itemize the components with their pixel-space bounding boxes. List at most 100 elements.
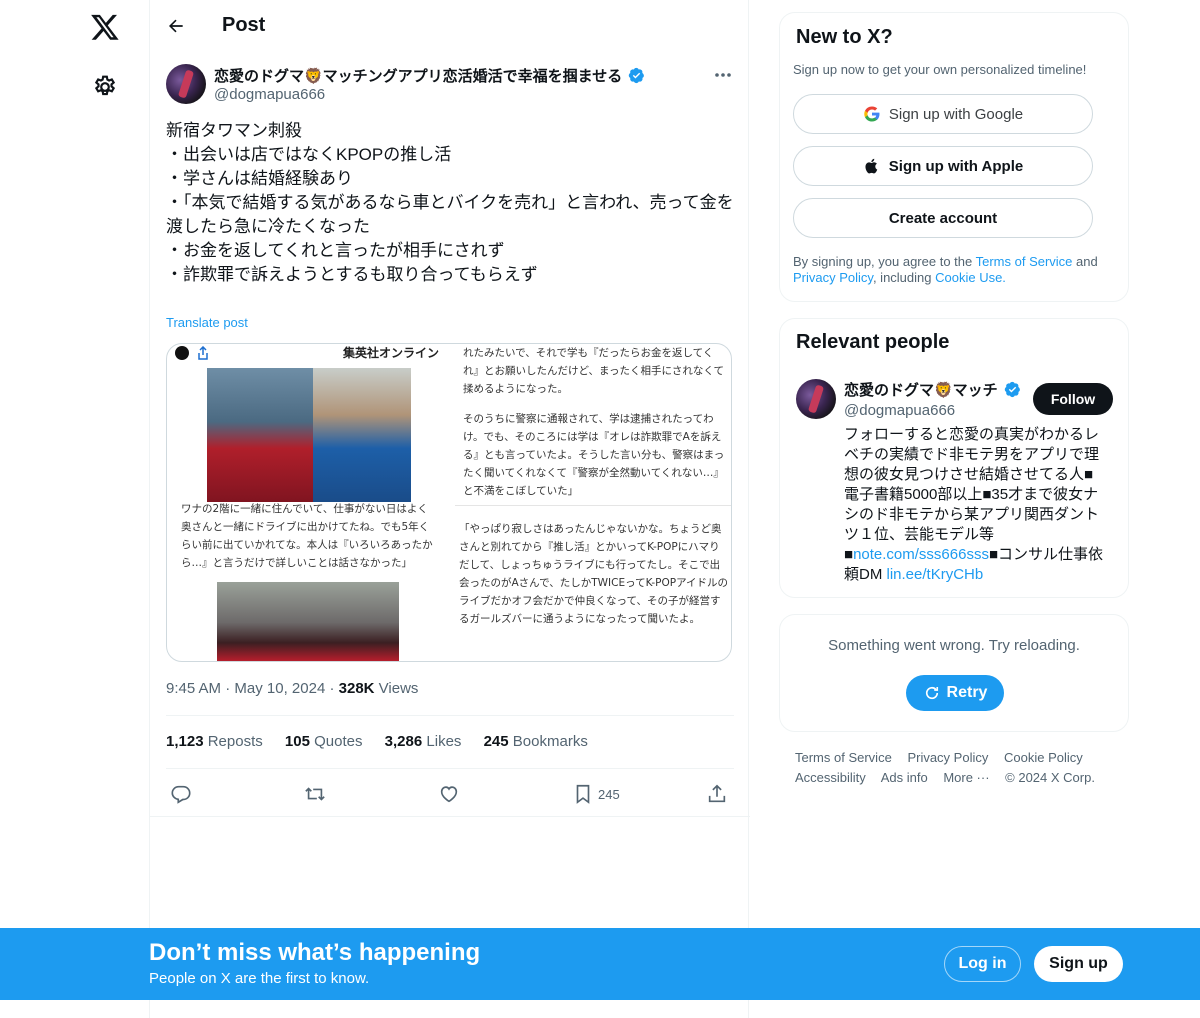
verified-badge-icon	[629, 67, 645, 84]
x-logo-icon[interactable]	[90, 12, 120, 42]
likes-label: Likes	[426, 733, 462, 750]
repost-icon	[305, 787, 325, 801]
signup-google-button[interactable]: Sign up with Google	[793, 94, 1093, 134]
footer-links: Terms of Service Privacy Policy Cookie P…	[795, 748, 1125, 788]
bookmarks-stat[interactable]: 245 Bookmarks	[484, 733, 588, 750]
tweet-line: ・詐欺罪で訴えようとするも取り合ってもらえず	[166, 265, 538, 284]
divider	[166, 768, 734, 769]
footer-privacy-link[interactable]: Privacy Policy	[907, 750, 988, 765]
author-name-text[interactable]: 恋愛のドグマ🦁マッチングアプリ恋活婚活で幸福を掴ませる	[214, 68, 622, 85]
reposts-stat[interactable]: 1,123 Reposts	[166, 733, 263, 750]
meta-dot: ·	[225, 680, 235, 697]
page-title: Post	[222, 14, 266, 36]
quotes-count: 105	[284, 733, 310, 750]
like-button[interactable]	[438, 780, 460, 808]
left-nav	[0, 0, 150, 1018]
create-account-label: Create account	[888, 209, 998, 227]
retry-button[interactable]: Retry	[906, 675, 1004, 711]
footer-copyright: © 2024 X Corp.	[1005, 770, 1095, 785]
reply-icon	[171, 785, 191, 804]
photo-car-and-man	[207, 368, 411, 502]
views-count: 328K	[338, 680, 375, 697]
tweet-time[interactable]: 9:45 AM	[166, 680, 221, 697]
likes-stat[interactable]: 3,286 Likes	[385, 733, 462, 750]
tweet-line: ・学さんは結婚経験あり	[166, 169, 353, 188]
relevant-bio: フォローすると恋愛の真実がわかるレベチの実績でド非モテ男をアプリで理想の彼女見つ…	[844, 425, 1108, 585]
signup-card: New to X? Sign up now to get your own pe…	[779, 12, 1129, 302]
photo-red-car	[207, 368, 313, 502]
relevant-people-card: Relevant people 恋愛のドグマ🦁マッチ @dogmapua666 …	[779, 318, 1129, 598]
tweet-date[interactable]: May 10, 2024	[234, 680, 325, 697]
bookmarks-count: 245	[483, 733, 509, 750]
footer-ads-link[interactable]: Ads info	[881, 770, 928, 785]
bookmark-button[interactable]: 245	[572, 780, 620, 808]
bio-text: フォローすると恋愛の真実がわかるレベチの実績でド非モテ男をアプリで理想の彼女見つ…	[844, 426, 1100, 563]
tweet-actions: 245	[150, 780, 750, 808]
terms-link[interactable]: Terms of Service	[976, 254, 1073, 269]
more-options-icon[interactable]	[712, 66, 734, 84]
footer-cookie-link[interactable]: Cookie Policy	[1004, 750, 1083, 765]
reply-button[interactable]	[170, 780, 192, 808]
media-right-column: れたみたいで、それで学も『だったらお金を返してくれ』とお願いしたんだけど、まった…	[455, 344, 731, 661]
relevant-handle[interactable]: @dogmapua666	[844, 402, 955, 419]
share-icon	[708, 784, 726, 803]
quotes-label: Quotes	[314, 733, 363, 750]
signup-apple-button[interactable]: Sign up with Apple	[793, 146, 1093, 186]
reposts-label: Reposts	[207, 733, 263, 750]
photo-man-portrait	[313, 368, 411, 502]
bio-link-note[interactable]: note.com/sss666sss	[853, 546, 989, 563]
repost-button[interactable]	[304, 780, 326, 808]
media-right-text-3: 「やっぱり寂しさはあったんじゃないかな。ちょうど奥さんと別れてから『推し活』とか…	[459, 523, 729, 625]
relevant-avatar[interactable]	[796, 379, 836, 419]
tweet-meta: 9:45 AM · May 10, 2024 · 328K Views	[166, 680, 418, 697]
legal-including: , including	[872, 270, 936, 285]
main-column: Post 恋愛のドグマ🦁マッチングアプリ恋活婚活で幸福を掴ませる @dogmap…	[149, 0, 750, 1018]
author-name[interactable]: 恋愛のドグマ🦁マッチングアプリ恋活婚活で幸福を掴ませる	[214, 65, 645, 86]
gear-icon[interactable]	[92, 74, 118, 100]
reposts-count: 1,123	[166, 733, 204, 750]
share-button[interactable]	[706, 780, 728, 808]
footer-more-link[interactable]: More ···	[943, 770, 989, 785]
tweet-text: 新宿タワマン刺殺 ・出会いは店ではなくKPOPの推し活 ・学さんは結婚経験あり …	[166, 119, 734, 287]
footer-accessibility-link[interactable]: Accessibility	[795, 770, 866, 785]
footer-terms-link[interactable]: Terms of Service	[795, 750, 892, 765]
verified-badge-icon	[1004, 381, 1020, 398]
google-icon	[864, 106, 880, 122]
bio-link-line[interactable]: lin.ee/tKryCHb	[887, 566, 984, 583]
retry-label: Retry	[946, 684, 988, 701]
tweet-media-image[interactable]: 集英社オンライン ワナの2階に一緒に住んでいて、仕事がない日はよく奥さんと一緒に…	[166, 343, 732, 662]
quotes-stat[interactable]: 105 Quotes	[285, 733, 363, 750]
login-button[interactable]: Log in	[944, 946, 1021, 982]
apple-icon	[865, 158, 878, 174]
author-avatar[interactable]	[166, 64, 206, 104]
likes-count: 3,286	[384, 733, 423, 750]
author-handle[interactable]: @dogmapua666	[214, 86, 325, 103]
banner-title: Don’t miss what’s happening	[149, 939, 481, 966]
legal-and: and	[1072, 254, 1098, 269]
back-arrow-icon[interactable]	[166, 16, 186, 36]
create-account-button[interactable]: Create account	[793, 198, 1093, 238]
privacy-link[interactable]: Privacy Policy	[793, 270, 873, 285]
media-left-text: ワナの2階に一緒に住んでいて、仕事がない日はよく奥さんと一緒にドライブに出かけて…	[181, 503, 433, 569]
signup-button[interactable]: Sign up	[1034, 946, 1123, 982]
signup-subtitle: Sign up now to get your own personalized…	[793, 62, 1087, 77]
photo-man-with-car	[217, 582, 399, 661]
relevant-name-text: 恋愛のドグマ🦁マッチ	[844, 382, 998, 399]
bookmark-icon	[576, 784, 590, 804]
tweet-line: ・「本気で結婚する気があるなら車とバイクを売れ」と言われ、売って金を渡したら急に…	[166, 193, 734, 236]
tweet-line: ・出会いは店ではなくKPOPの推し活	[166, 145, 452, 164]
cookie-link[interactable]: Cookie Use.	[935, 270, 1006, 285]
translate-post-link[interactable]: Translate post	[166, 315, 248, 330]
apple-button-label: Sign up with Apple	[888, 157, 1024, 175]
signup-legal: By signing up, you agree to the Terms of…	[793, 254, 1118, 286]
relevant-name[interactable]: 恋愛のドグマ🦁マッチ	[844, 379, 1021, 400]
follow-button[interactable]: Follow	[1033, 383, 1113, 415]
bookmarks-label: Bookmarks	[512, 733, 588, 750]
media-right-text-2: そのうちに警察に通報されて、学は逮捕されたってわけ。でも、そのころには学は『オレ…	[463, 413, 725, 497]
legal-prefix: By signing up, you agree to the	[793, 254, 976, 269]
media-divider	[455, 505, 731, 506]
bookmark-count: 245	[598, 786, 620, 802]
google-button-label: Sign up with Google	[888, 105, 1024, 123]
media-right-text-1: れたみたいで、それで学も『だったらお金を返してくれ』とお願いしたんだけど、まった…	[463, 347, 725, 395]
post-header: Post	[150, 0, 750, 53]
